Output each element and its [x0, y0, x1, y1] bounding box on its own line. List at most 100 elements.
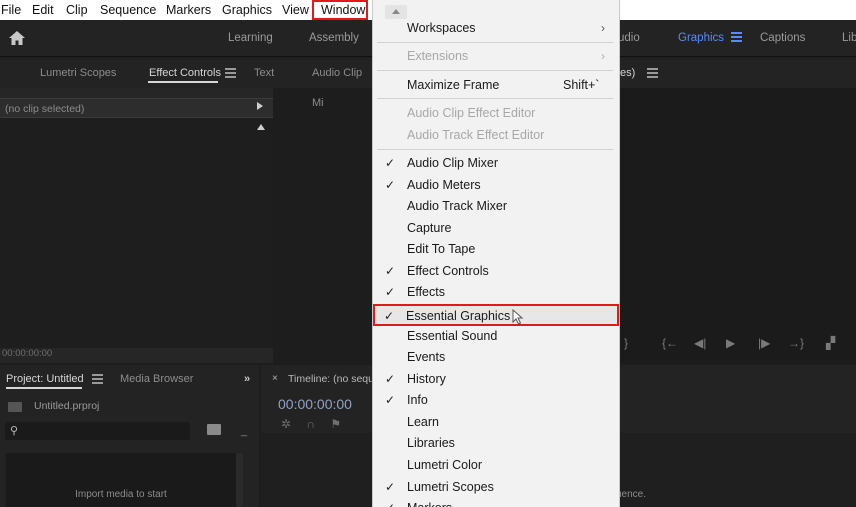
workspace-tab-graphics[interactable]: Graphics: [678, 20, 724, 57]
program-monitor-tab[interactable]: es): [620, 58, 635, 88]
menu-markers[interactable]: Markers: [166, 0, 211, 20]
menu-item-essential-graphics[interactable]: ✓ Essential Graphics: [373, 304, 619, 326]
panel-menu-icon[interactable]: [225, 68, 236, 79]
timeline-title[interactable]: Timeline: (no sequ: [288, 365, 374, 393]
menu-item-extensions[interactable]: Extensions ›: [373, 46, 619, 67]
minimize-icon[interactable]: _: [241, 425, 247, 437]
checkmark-icon: ✓: [385, 285, 396, 299]
menu-view[interactable]: View: [282, 0, 309, 20]
expand-right-icon[interactable]: [257, 102, 263, 110]
menu-item-label: Audio Track Effect Editor: [407, 128, 545, 142]
menu-item-label: Capture: [407, 221, 452, 235]
timeline-timecode[interactable]: 00:00:00:00: [278, 396, 352, 412]
menu-item-label: Edit To Tape: [407, 242, 476, 256]
workspace-tab-assembly[interactable]: Assembly: [309, 20, 359, 57]
workspace-tab-learning[interactable]: Learning: [228, 20, 273, 57]
tab-project[interactable]: Project: Untitled: [6, 365, 84, 393]
menu-item-essential-sound[interactable]: Essential Sound: [373, 326, 619, 347]
submenu-arrow-icon: ›: [601, 21, 605, 35]
menu-item-label: Extensions: [407, 49, 469, 63]
menu-item-effects[interactable]: ✓ Effects: [373, 282, 619, 303]
scroll-up-icon[interactable]: [257, 124, 265, 130]
project-tab-underline: [6, 387, 82, 389]
menu-item-audio-track-effect-editor[interactable]: Audio Track Effect Editor: [373, 125, 619, 146]
tab-text[interactable]: Text: [254, 58, 274, 88]
add-marker-icon[interactable]: ⚑: [330, 417, 341, 431]
menu-item-label: Info: [407, 393, 428, 407]
search-input[interactable]: ⚲: [5, 422, 190, 440]
menu-item-markers[interactable]: ✓ Markers: [373, 498, 619, 507]
tab-media-browser[interactable]: Media Browser: [120, 365, 193, 393]
menu-separator: [377, 98, 613, 99]
menu-item-workspaces[interactable]: Workspaces ›: [373, 18, 619, 39]
window-menu-highlight: [312, 0, 368, 20]
menu-edit[interactable]: Edit: [32, 0, 54, 20]
workspace-menu-icon[interactable]: [731, 32, 742, 43]
menu-sequence[interactable]: Sequence: [100, 0, 156, 20]
bracket-icon[interactable]: }: [624, 336, 628, 350]
panel-overflow-icon[interactable]: »: [244, 365, 250, 393]
menu-item-edit-to-tape[interactable]: Edit To Tape: [373, 239, 619, 260]
menu-item-audio-track-mixer[interactable]: Audio Track Mixer: [373, 196, 619, 217]
snap-icon[interactable]: ✲: [281, 417, 291, 431]
no-clip-label: (no clip selected): [0, 98, 273, 118]
menu-item-maximize-frame[interactable]: Maximize Frame Shift+`: [373, 75, 619, 96]
menu-scroll-up-icon[interactable]: [385, 5, 407, 19]
import-media-text: Import media to start: [75, 489, 167, 500]
tab-effect-controls[interactable]: Effect Controls: [149, 58, 221, 88]
workspace-tab-audio[interactable]: udio: [618, 20, 640, 57]
checkmark-icon: ✓: [385, 393, 396, 407]
go-to-in-icon[interactable]: {←: [662, 336, 678, 350]
menu-item-events[interactable]: Events: [373, 347, 619, 368]
menu-item-learn[interactable]: Learn: [373, 412, 619, 433]
project-media-area[interactable]: Import media to start: [6, 453, 236, 507]
effect-controls-body: [0, 118, 273, 348]
menu-item-label: Workspaces: [407, 21, 476, 35]
linked-selection-icon[interactable]: ∩: [306, 417, 315, 431]
transport-controls: } {← ◀| ▶ |▶ →} ▞: [620, 330, 856, 356]
menu-clip[interactable]: Clip: [66, 0, 88, 20]
menu-item-capture[interactable]: Capture: [373, 218, 619, 239]
tab-overflow-marker: |: [0, 58, 1, 88]
tab-lumetri-scopes[interactable]: Lumetri Scopes: [40, 58, 116, 88]
menu-item-audio-meters[interactable]: ✓ Audio Meters: [373, 175, 619, 196]
checkmark-icon: ✓: [385, 156, 396, 170]
menu-item-lumetri-color[interactable]: Lumetri Color: [373, 455, 619, 476]
active-tab-underline: [148, 81, 218, 83]
menu-item-label: Audio Meters: [407, 178, 481, 192]
menu-graphics[interactable]: Graphics: [222, 0, 272, 20]
timeline-message: uence.: [616, 489, 647, 500]
menu-item-info[interactable]: ✓ Info: [373, 390, 619, 411]
menu-item-label: Audio Clip Effect Editor: [407, 106, 536, 120]
step-forward-icon[interactable]: |▶: [758, 336, 770, 350]
insert-icon[interactable]: ▞: [826, 336, 835, 350]
submenu-arrow-icon: ›: [601, 49, 605, 63]
workspace-tab-captions[interactable]: Captions: [760, 20, 805, 57]
tab-audio-clip-mixer[interactable]: Audio Clip Mi: [312, 58, 372, 109]
menu-item-label: Essential Sound: [407, 329, 498, 343]
workspace-tab-libraries[interactable]: Libr: [842, 20, 856, 57]
menu-item-label: History: [407, 372, 446, 386]
close-icon[interactable]: ×: [272, 373, 278, 384]
project-scrollbar[interactable]: [236, 453, 243, 507]
project-menu-icon[interactable]: [92, 374, 103, 385]
effect-controls-panel: (no clip selected) 00:00:00:00: [0, 88, 273, 363]
menu-item-label: Audio Track Mixer: [407, 199, 508, 213]
menu-separator: [377, 149, 613, 150]
menu-item-audio-clip-mixer[interactable]: ✓ Audio Clip Mixer: [373, 153, 619, 174]
new-bin-icon[interactable]: [207, 424, 221, 435]
menu-separator: [377, 70, 613, 71]
menu-item-label: Learn: [407, 415, 439, 429]
play-icon[interactable]: ▶: [726, 336, 735, 350]
project-file-name: Untitled.prproj: [34, 400, 100, 412]
menu-item-audio-clip-effect-editor[interactable]: Audio Clip Effect Editor: [373, 103, 619, 124]
go-to-out-icon[interactable]: →}: [788, 336, 804, 350]
menu-item-history[interactable]: ✓ History: [373, 369, 619, 390]
menu-item-effect-controls[interactable]: ✓ Effect Controls: [373, 261, 619, 282]
menu-item-libraries[interactable]: Libraries: [373, 433, 619, 454]
program-menu-icon[interactable]: [647, 68, 658, 79]
home-icon[interactable]: [8, 30, 26, 46]
menu-file[interactable]: File: [1, 0, 21, 20]
menu-item-lumetri-scopes[interactable]: ✓ Lumetri Scopes: [373, 477, 619, 498]
step-back-icon[interactable]: ◀|: [694, 336, 706, 350]
